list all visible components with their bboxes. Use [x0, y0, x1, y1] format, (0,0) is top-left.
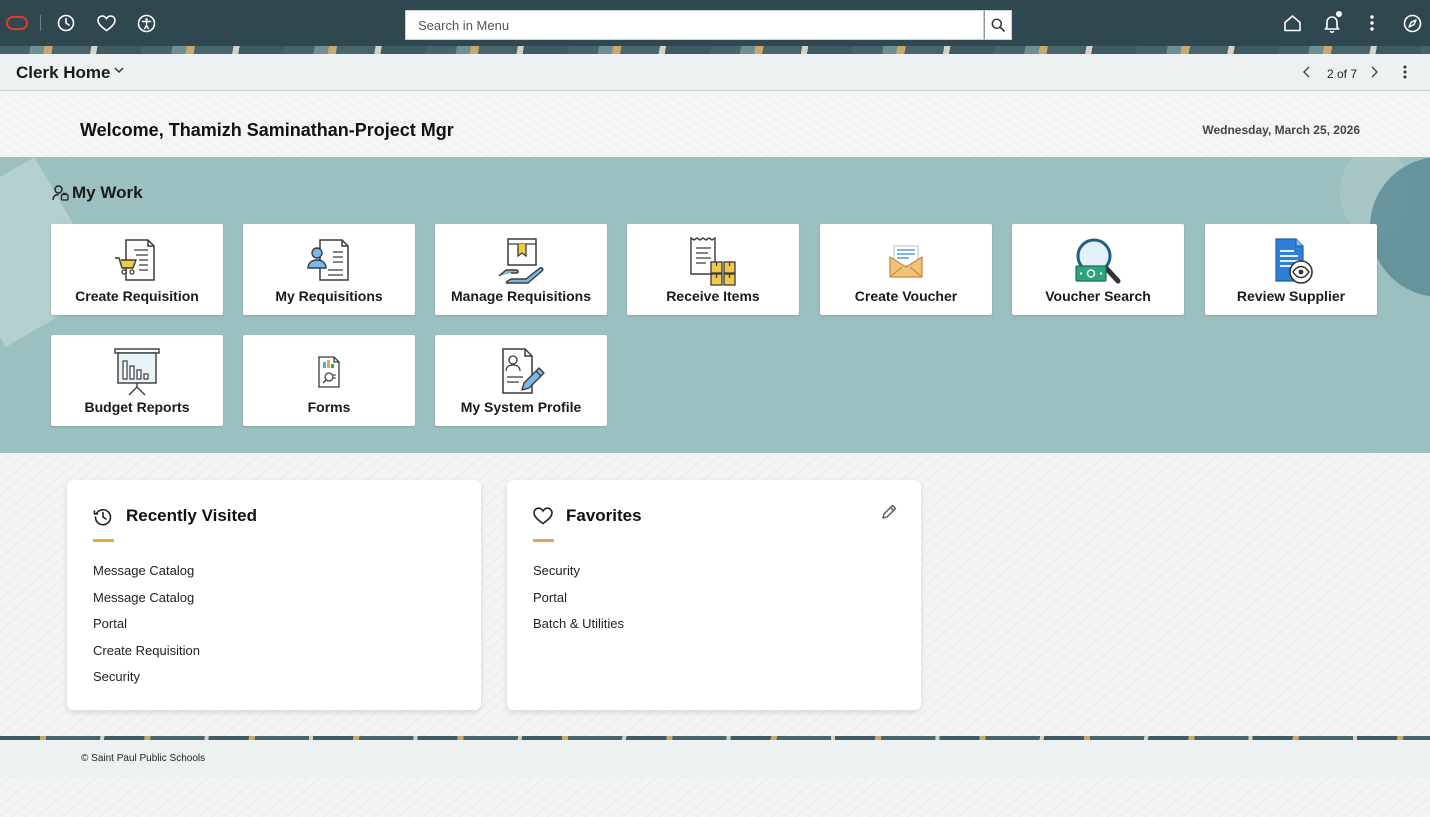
profile-edit-icon — [502, 348, 545, 394]
my-work-heading: My Work — [52, 183, 143, 203]
tile-create-requisition[interactable]: Create Requisition — [51, 224, 223, 315]
tile-budget-reports[interactable]: Budget Reports — [51, 335, 223, 426]
my-work-title: My Work — [72, 183, 143, 202]
tile-voucher-search[interactable]: Voucher Search — [1012, 224, 1184, 315]
welcome-message: Welcome, Thamizh Saminathan-Project Mgr — [80, 120, 454, 140]
search-bar — [405, 10, 1012, 40]
form-document-icon — [318, 356, 340, 388]
cart-document-icon — [115, 239, 155, 281]
list-item[interactable]: Message Catalog — [93, 563, 200, 590]
search-button[interactable] — [984, 10, 1012, 40]
compass-icon[interactable] — [1402, 13, 1422, 33]
home-icon[interactable] — [1282, 13, 1302, 33]
chevron-right-icon[interactable] — [1369, 66, 1379, 78]
history-icon[interactable] — [56, 13, 76, 33]
recently-visited-title: Recently Visited — [126, 506, 258, 525]
tile-label: Create Requisition — [75, 288, 199, 304]
page-header: Clerk Home 2 of 7 — [0, 54, 1430, 91]
tile-forms[interactable]: Forms — [243, 335, 415, 426]
tile-label: My System Profile — [460, 399, 582, 415]
tile-my-requisitions[interactable]: My Requisitions — [243, 224, 415, 315]
page-title[interactable]: Clerk Home — [16, 63, 110, 83]
oracle-logo[interactable] — [6, 16, 28, 30]
magnifier-money-icon — [1075, 238, 1121, 284]
tile-label: Forms — [307, 399, 351, 415]
accent-bar — [533, 539, 554, 542]
footer: © Saint Paul Public Schools — [0, 740, 1430, 778]
history-icon — [93, 508, 112, 526]
notification-dot — [1336, 11, 1342, 17]
my-work-section: My Work Create Requisition My Requisitio… — [0, 157, 1430, 453]
heart-icon — [533, 507, 553, 525]
bell-icon[interactable] — [1322, 11, 1342, 33]
heart-icon[interactable] — [96, 13, 116, 33]
list-item[interactable]: Portal — [93, 616, 200, 643]
divider — [40, 15, 41, 31]
tile-label: Manage Requisitions — [450, 288, 592, 304]
user-work-icon — [52, 185, 69, 201]
tile-create-voucher[interactable]: Create Voucher — [820, 224, 992, 315]
chevron-left-icon[interactable] — [1302, 66, 1312, 78]
favorites-title: Favorites — [566, 506, 642, 525]
tile-label: Voucher Search — [1045, 288, 1151, 304]
accent-bar — [93, 539, 114, 542]
tile-manage-requisitions[interactable]: Manage Requisitions — [435, 224, 607, 315]
receipt-boxes-icon — [690, 236, 736, 286]
recently-visited-list: Message Catalog Message Catalog Portal C… — [93, 563, 200, 696]
list-item[interactable]: Batch & Utilities — [533, 616, 624, 643]
recently-visited-card: Recently Visited Message Catalog Message… — [67, 480, 481, 710]
tile-label: Create Voucher — [854, 288, 958, 304]
page-counter: 2 of 7 — [1327, 67, 1358, 81]
tile-label: Receive Items — [666, 288, 760, 304]
chevron-down-icon[interactable] — [114, 66, 124, 74]
welcome-banner: Welcome, Thamizh Saminathan-Project Mgr … — [0, 92, 1430, 157]
list-item[interactable]: Create Requisition — [93, 643, 200, 670]
search-input[interactable] — [405, 10, 984, 40]
list-item[interactable]: Security — [533, 563, 624, 590]
search-icon — [991, 18, 1005, 32]
favorites-card: Favorites Security Portal Batch & Utilit… — [507, 480, 921, 710]
tile-my-system-profile[interactable]: My System Profile — [435, 335, 607, 426]
accessibility-icon[interactable] — [136, 13, 156, 33]
kebab-icon[interactable] — [1362, 13, 1382, 33]
tile-label: Review Supplier — [1236, 288, 1346, 304]
user-document-icon — [307, 239, 349, 281]
page-actions-kebab-icon[interactable] — [1402, 64, 1408, 80]
list-item[interactable]: Message Catalog — [93, 590, 200, 617]
edit-pencil-icon[interactable] — [881, 504, 897, 520]
list-item[interactable]: Portal — [533, 590, 624, 617]
presentation-chart-icon — [114, 348, 160, 396]
tile-label: Budget Reports — [84, 399, 190, 415]
document-eye-icon — [1275, 238, 1313, 284]
top-bar — [0, 0, 1430, 46]
content-area: Recently Visited Message Catalog Message… — [0, 453, 1430, 736]
decorative-strip — [0, 46, 1430, 54]
tile-review-supplier[interactable]: Review Supplier — [1205, 224, 1377, 315]
copyright-text: © Saint Paul Public Schools — [81, 753, 206, 764]
envelope-voucher-icon — [889, 245, 923, 278]
background-pattern — [0, 778, 1430, 817]
favorites-list: Security Portal Batch & Utilities — [533, 563, 624, 643]
tile-receive-items[interactable]: Receive Items — [627, 224, 799, 315]
tile-label: My Requisitions — [275, 288, 383, 304]
hand-package-icon — [498, 238, 544, 284]
current-date: Wednesday, March 25, 2026 — [1202, 123, 1360, 137]
list-item[interactable]: Security — [93, 669, 200, 696]
